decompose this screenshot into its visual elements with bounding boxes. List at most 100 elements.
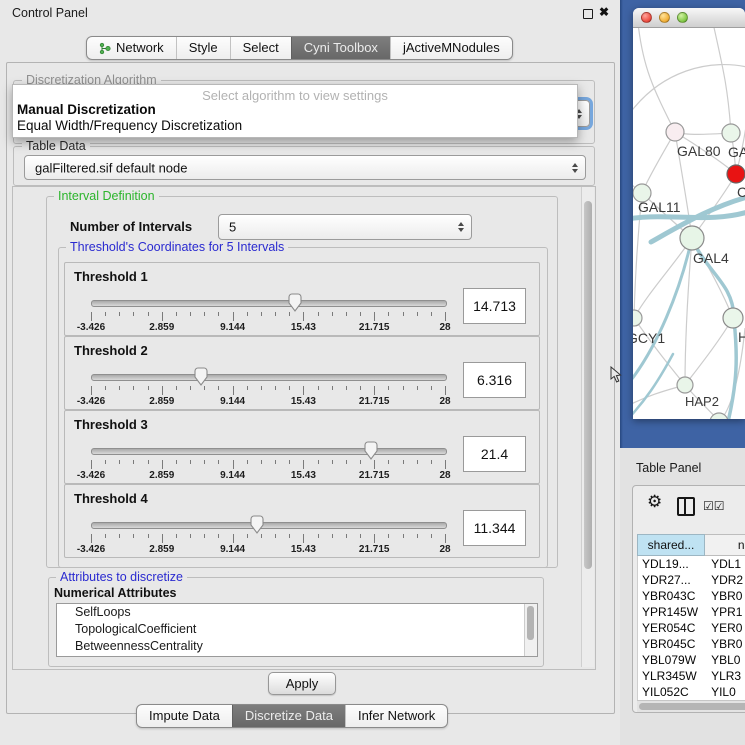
minimize-traffic-light-icon[interactable]	[659, 12, 670, 23]
table-header-row: shared... na	[637, 534, 745, 556]
threshold-value-field[interactable]: 11.344	[463, 510, 526, 546]
tab-cyni-toolbox[interactable]: Cyni Toolbox	[291, 37, 390, 59]
list-item[interactable]: BetweennessCentrality	[57, 638, 537, 655]
attr-items: SelfLoopsTopologicalCoefficientBetweenne…	[57, 604, 537, 655]
slider-ticks	[91, 312, 445, 322]
network-edge-highlighted[interactable]	[633, 354, 673, 419]
gear-icon[interactable]: ⚙	[647, 492, 662, 512]
tab-select[interactable]: Select	[230, 37, 291, 59]
slider-thumb[interactable]	[363, 441, 378, 460]
close-traffic-light-icon[interactable]	[641, 12, 652, 23]
slider-thumb[interactable]	[288, 293, 303, 312]
threshold-slider[interactable]: -3.4262.8599.14415.4321.71528	[91, 293, 445, 333]
network-node[interactable]	[722, 124, 740, 142]
cell-name: YPR1	[705, 605, 745, 619]
slider-thumb[interactable]	[193, 367, 208, 386]
numerical-attributes-list[interactable]: SelfLoopsTopologicalCoefficientBetweenne…	[56, 603, 538, 657]
split-columns-icon[interactable]	[677, 497, 695, 516]
slider-track[interactable]	[91, 448, 447, 455]
tab-style[interactable]: Style	[176, 37, 230, 59]
slider-track[interactable]	[91, 522, 447, 529]
table-row[interactable]: YIL052CYIL0	[638, 684, 745, 700]
tab-jactivemnodules[interactable]: jActiveMNodules	[390, 37, 512, 59]
number-of-intervals-combobox[interactable]: 5	[218, 214, 472, 240]
slider-track[interactable]	[91, 374, 447, 381]
table-row[interactable]: YPR145WYPR1	[638, 604, 745, 620]
control-panel-tabs: Network Style Select Cyni Toolbox jActiv…	[86, 36, 513, 60]
threshold-slider[interactable]: -3.4262.8599.14415.4321.71528	[91, 441, 445, 481]
network-edge[interactable]	[713, 28, 731, 133]
cytoscape-desktop: GAL80GACGAL11GAL4GCY1HHAP2	[620, 0, 745, 455]
network-edge[interactable]	[634, 318, 685, 385]
tab-impute-data[interactable]: Impute Data	[137, 705, 232, 727]
network-node[interactable]	[633, 310, 642, 326]
column-header-name[interactable]: na	[705, 534, 745, 556]
tab-network[interactable]: Network	[87, 37, 176, 59]
table-row[interactable]: YBL079WYBL0	[638, 652, 745, 668]
list-item[interactable]: SelfLoops	[57, 604, 537, 621]
network-node[interactable]	[677, 377, 693, 393]
slider-tick-labels: -3.4262.8599.14415.4321.71528	[91, 322, 445, 334]
table-data-combobox[interactable]: galFiltered.sif default node	[24, 155, 586, 180]
tab-label: Impute Data	[149, 705, 220, 727]
network-edge[interactable]	[634, 238, 692, 318]
network-node-label: GAL80	[677, 143, 721, 159]
popup-item-manual-discretization[interactable]: Manual Discretization	[17, 102, 156, 117]
tab-label: jActiveMNodules	[403, 37, 500, 59]
network-view-window[interactable]: GAL80GACGAL11GAL4GCY1HHAP2	[633, 8, 745, 419]
tab-discretize-data[interactable]: Discretize Data	[232, 705, 345, 727]
tab-label: Infer Network	[358, 705, 435, 727]
table-row[interactable]: YLR345WYLR3	[638, 668, 745, 684]
network-edge[interactable]	[633, 65, 745, 123]
table-horizontal-scrollbar[interactable]	[637, 700, 745, 712]
select-columns-icon[interactable]: ☑☑	[703, 499, 725, 513]
table-row[interactable]: YBR043CYBR0	[638, 588, 745, 604]
popup-item-equal-width-frequency[interactable]: Equal Width/Frequency Discretization	[17, 118, 242, 133]
table-row[interactable]: YDR27...YDR2	[638, 572, 745, 588]
threshold-value-field[interactable]: 14.713	[463, 288, 526, 324]
list-item[interactable]: TopologicalCoefficient	[57, 621, 537, 638]
slider-thumb-icon	[250, 515, 265, 534]
column-header-shared-name[interactable]: shared...	[637, 534, 705, 556]
close-icon[interactable]: ✖	[599, 5, 609, 19]
zoom-traffic-light-icon[interactable]	[677, 12, 688, 23]
table-row[interactable]: YBR045CYBR0	[638, 636, 745, 652]
tab-infer-network[interactable]: Infer Network	[345, 705, 447, 727]
cell-name: YIL0	[705, 685, 745, 699]
network-edge[interactable]	[642, 132, 675, 193]
table-row[interactable]: YER054CYER0	[638, 620, 745, 636]
table-rows: YDL19...YDL1YDR27...YDR2YBR043CYBR0YPR14…	[637, 556, 745, 700]
list-scrollbar[interactable]	[524, 604, 537, 656]
thresholds-group-label: Threshold's Coordinates for 5 Intervals	[66, 241, 288, 254]
float-window-icon[interactable]	[583, 9, 593, 19]
settings-vertical-scrollbar[interactable]	[581, 187, 594, 667]
network-canvas-svg: GAL80GACGAL11GAL4GCY1HHAP2	[633, 28, 745, 419]
slider-track[interactable]	[91, 300, 447, 307]
cyni-bottom-tabs: Impute Data Discretize Data Infer Networ…	[136, 704, 448, 728]
table-row[interactable]: YDL19...YDL1	[638, 556, 745, 572]
threshold-value-field[interactable]: 21.4	[463, 436, 526, 472]
threshold-slider[interactable]: -3.4262.8599.14415.4321.71528	[91, 515, 445, 555]
threshold-slider[interactable]: -3.4262.8599.14415.4321.71528	[91, 367, 445, 407]
tab-label: Select	[243, 37, 279, 59]
network-canvas[interactable]: GAL80GACGAL11GAL4GCY1HHAP2	[633, 28, 745, 419]
scrollbar-thumb[interactable]	[527, 606, 534, 640]
slider-thumb[interactable]	[250, 515, 265, 534]
cell-shared-name: YIL052C	[638, 685, 705, 699]
interval-definition-label: Interval Definition	[54, 190, 159, 203]
network-node[interactable]	[680, 226, 704, 250]
mouse-cursor	[610, 366, 622, 384]
cell-shared-name: YBR045C	[638, 637, 705, 651]
network-edge[interactable]	[685, 318, 733, 385]
network-node[interactable]	[666, 123, 684, 141]
network-edge[interactable]	[638, 28, 675, 132]
network-node[interactable]	[727, 165, 745, 183]
slider-ticks	[91, 534, 445, 544]
apply-button[interactable]: Apply	[268, 672, 336, 695]
network-node[interactable]	[723, 308, 743, 328]
table-panel-box: ⚙ ☑☑ shared... na YDL19...YDL1YDR27...YD…	[632, 485, 745, 713]
network-node-label: H	[738, 329, 745, 345]
scrollbar-thumb[interactable]	[639, 703, 745, 710]
threshold-value-field[interactable]: 6.316	[463, 362, 526, 398]
scrollbar-thumb[interactable]	[584, 201, 592, 569]
